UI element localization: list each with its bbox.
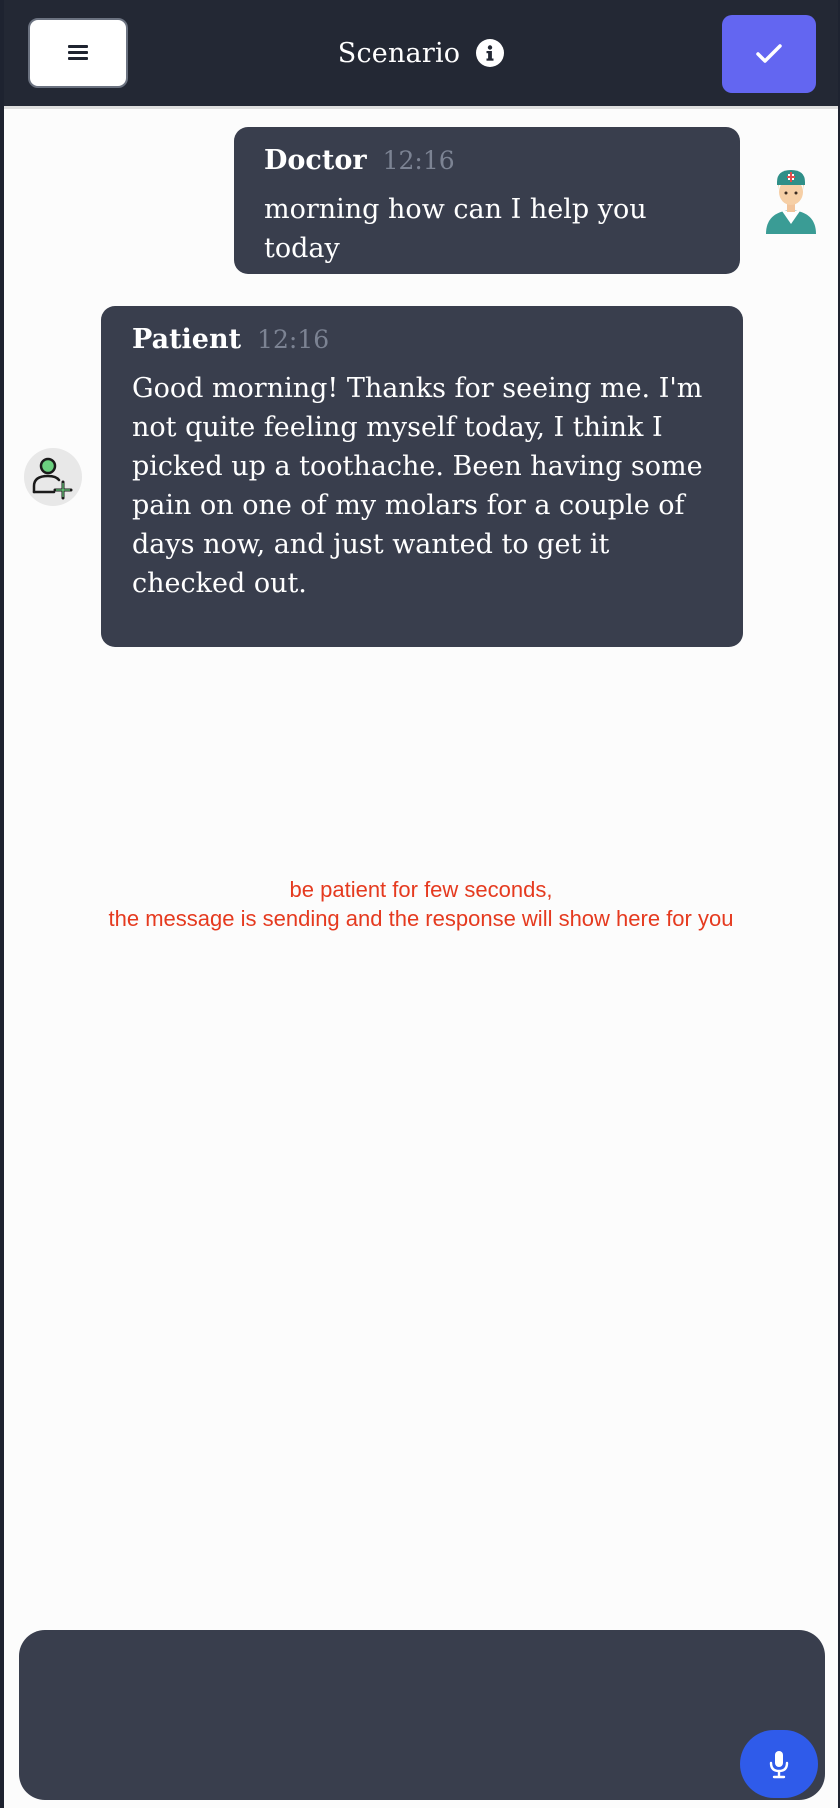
header-divider: [4, 106, 838, 109]
info-circle-icon[interactable]: [476, 39, 505, 67]
hamburger-menu-icon: [68, 45, 88, 61]
message-text: morning how can I help you today: [264, 194, 647, 264]
message-bubble-doctor: Doctor 12:16 morning how can I help you …: [234, 127, 740, 274]
status-line-2: the message is sending and the response …: [108, 906, 734, 931]
confirm-button[interactable]: [722, 15, 816, 93]
top-bar: Scenario: [4, 0, 838, 106]
microphone-button[interactable]: [740, 1730, 818, 1798]
sending-status-notice: be patient for few seconds, the message …: [4, 875, 838, 933]
message-sender: Patient: [132, 324, 242, 355]
message-time: 12:16: [257, 325, 330, 354]
message-text: Good morning! Thanks for seeing me. I'm …: [132, 373, 703, 599]
add-user-icon: [24, 448, 82, 506]
status-line-1: be patient for few seconds,: [289, 877, 553, 902]
message-input-area[interactable]: [19, 1630, 825, 1800]
doctor-avatar-icon: [760, 168, 822, 234]
message-bubble-patient: Patient 12:16 Good morning! Thanks for s…: [101, 306, 743, 647]
chat-screen: Scenario Doctor 12:16 morning how can I …: [4, 0, 838, 1808]
microphone-icon: [769, 1751, 789, 1779]
page-title: Scenario: [337, 37, 461, 69]
message-sender: Doctor: [264, 145, 367, 176]
message-time: 12:16: [382, 146, 455, 175]
checkmark-icon: [756, 44, 782, 63]
menu-button[interactable]: [28, 18, 128, 88]
